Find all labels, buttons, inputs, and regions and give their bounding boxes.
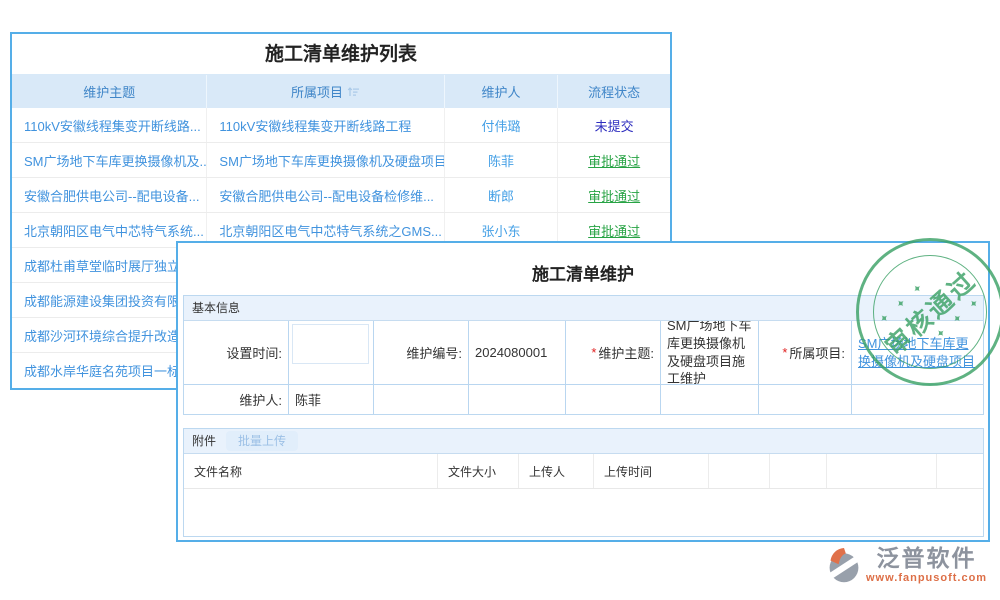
basic-info-section-header: 基本信息 (184, 296, 983, 321)
row-topic-link[interactable]: SM广场地下车库更换摄像机及... (12, 143, 207, 177)
set-time-label: 设置时间: (184, 321, 289, 385)
row-maintainer: 付伟璐 (445, 108, 559, 142)
topic-value[interactable]: SM广场地下车库更换摄像机及硬盘项目施工维护 (661, 321, 759, 385)
column-header-status: 流程状态 (558, 75, 670, 108)
attachments-section-header: 附件 批量上传 (184, 429, 983, 454)
required-mark: * (782, 345, 787, 360)
project-link[interactable]: SM广场地下车库更换摄像机及硬盘项目 (858, 335, 979, 370)
row-project-link[interactable]: 110kV安徽线程集变开断线路工程 (207, 108, 444, 142)
row-topic-link[interactable]: 安徽合肥供电公司--配电设备... (12, 178, 207, 212)
column-header-maintainer: 维护人 (445, 75, 559, 108)
row-maintainer: 陈菲 (445, 143, 559, 177)
brand-watermark: 泛普软件 www.fanpusoft.com (826, 546, 987, 591)
required-mark: * (591, 345, 596, 360)
status-badge[interactable]: 审批通过 (588, 151, 640, 170)
att-col-filesize: 文件大小 (438, 454, 519, 488)
project-value-cell: SM广场地下车库更换摄像机及硬盘项目 (852, 321, 983, 385)
attachments-header-row: 文件名称 文件大小 上传人 上传时间 (184, 454, 983, 489)
table-row[interactable]: SM广场地下车库更换摄像机及... SM广场地下车库更换摄像机及硬盘项目 陈菲 … (12, 143, 670, 178)
brand-name: 泛普软件 (877, 546, 977, 571)
row-project-link[interactable]: 安徽合肥供电公司--配电设备检修维... (207, 178, 444, 212)
sort-icon[interactable] (347, 86, 360, 98)
att-col-uploader: 上传人 (519, 454, 594, 488)
column-header-topic: 维护主题 (12, 75, 207, 108)
brand-icon (826, 546, 862, 591)
table-row[interactable]: 110kV安徽线程集变开断线路... 110kV安徽线程集变开断线路工程 付伟璐… (12, 108, 670, 143)
maintain-no-label: 维护编号: (374, 321, 469, 385)
attachments-label: 附件 (192, 429, 216, 453)
set-time-cell (289, 321, 374, 385)
att-col-uploadtime: 上传时间 (594, 454, 709, 488)
maintainer-value[interactable]: 陈菲 (289, 385, 374, 414)
row-maintainer: 断郎 (445, 178, 559, 212)
page-canvas: 施工清单维护列表 维护主题 所属项目 维护人 (0, 0, 1000, 600)
status-badge[interactable]: 审批通过 (588, 186, 640, 205)
modal-title: 施工清单维护 (178, 260, 988, 285)
batch-upload-button[interactable]: 批量上传 (226, 431, 298, 451)
row-topic-link[interactable]: 110kV安徽线程集变开断线路... (12, 108, 207, 142)
row-project-link[interactable]: SM广场地下车库更换摄像机及硬盘项目 (207, 143, 444, 177)
topic-label: * 维护主题: (566, 321, 661, 385)
set-time-input[interactable] (292, 324, 369, 364)
project-label: * 所属项目: (759, 321, 852, 385)
basic-info-section: 基本信息 设置时间: 维护编号: 2024080001 * 维护主题: SM广场… (183, 295, 984, 415)
list-title: 施工清单维护列表 (12, 34, 670, 75)
att-col-filename: 文件名称 (184, 454, 438, 488)
maintain-no-value[interactable]: 2024080001 (469, 321, 566, 385)
maintenance-detail-modal: 施工清单维护 基本信息 设置时间: 维护编号: 2024080001 * 维护主… (176, 241, 990, 542)
maintainer-label: 维护人: (184, 385, 289, 414)
list-header-row: 维护主题 所属项目 维护人 流程状态 (12, 75, 670, 108)
attachments-section: 附件 批量上传 文件名称 文件大小 上传人 上传时间 (183, 428, 984, 537)
column-header-project[interactable]: 所属项目 (207, 75, 444, 108)
status-badge[interactable]: 未提交 (595, 116, 634, 135)
table-row[interactable]: 安徽合肥供电公司--配电设备... 安徽合肥供电公司--配电设备检修维... 断… (12, 178, 670, 213)
brand-url: www.fanpusoft.com (866, 572, 987, 584)
status-badge[interactable]: 审批通过 (588, 221, 640, 240)
